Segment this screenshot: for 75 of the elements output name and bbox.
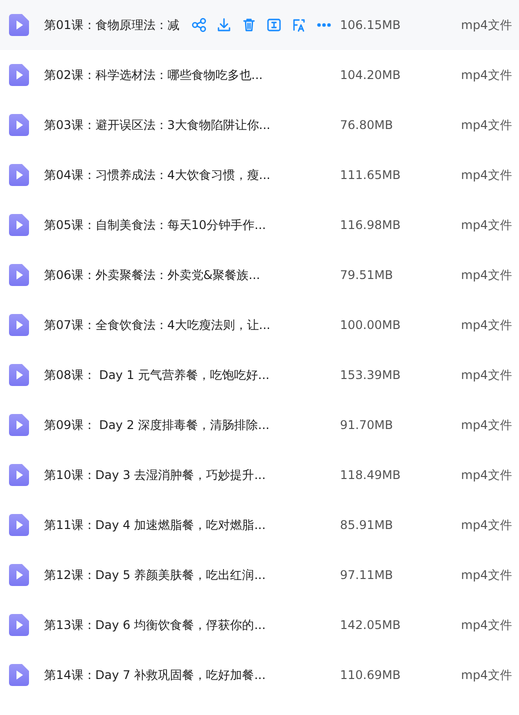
file-type: mp4文件 <box>461 17 512 34</box>
file-row[interactable]: 第08课： Day 1 元气营养餐，吃饱吃好... 153.39MB mp4文件 <box>0 350 519 400</box>
file-size: 104.20MB <box>340 67 402 84</box>
video-file-icon <box>9 14 29 36</box>
file-name: 第14课：Day 7 补救巩固餐，吃好加餐... <box>44 667 267 684</box>
file-size: 111.65MB <box>340 167 402 184</box>
file-row[interactable]: 第05课：自制美食法：每天10分钟手作... 116.98MB mp4文件 <box>0 200 519 250</box>
file-type: mp4文件 <box>461 67 512 84</box>
video-file-icon <box>9 414 29 436</box>
file-size: 91.70MB <box>340 417 394 434</box>
video-file-icon <box>9 564 29 586</box>
file-row[interactable]: 第12课：Day 5 养颜美肤餐，吃出红润... 97.11MB mp4文件 <box>0 550 519 600</box>
file-name: 第04课：习惯养成法：4大饮食习惯，瘦... <box>44 167 272 184</box>
file-type: mp4文件 <box>461 367 512 384</box>
file-type: mp4文件 <box>461 567 512 584</box>
video-file-icon <box>9 114 29 136</box>
file-row[interactable]: 第06课：外卖聚餐法：外卖党&聚餐族... 79.51MB mp4文件 <box>0 250 519 300</box>
file-name: 第07课：全食饮食法：4大吃瘦法则，让... <box>44 317 272 334</box>
file-type: mp4文件 <box>461 517 512 534</box>
file-name: 第01课：食物原理法：减 <box>44 17 180 34</box>
file-row[interactable]: 第07课：全食饮食法：4大吃瘦法则，让... 100.00MB mp4文件 <box>0 300 519 350</box>
file-row[interactable]: 第11课：Day 4 加速燃脂餐，吃对燃脂... 85.91MB mp4文件 <box>0 500 519 550</box>
file-type: mp4文件 <box>461 117 512 134</box>
file-name: 第11课：Day 4 加速燃脂餐，吃对燃脂... <box>44 517 267 534</box>
file-row[interactable]: 第02课：科学选材法：哪些食物吃多也... 104.20MB mp4文件 <box>0 50 519 100</box>
file-type: mp4文件 <box>461 267 512 284</box>
video-file-icon <box>9 664 29 686</box>
video-file-icon <box>9 164 29 186</box>
file-name: 第06课：外卖聚餐法：外卖党&聚餐族... <box>44 267 262 284</box>
file-size: 116.98MB <box>340 217 402 234</box>
file-type: mp4文件 <box>461 167 512 184</box>
file-name: 第10课：Day 3 去湿消肿餐，巧妙提升... <box>44 467 267 484</box>
file-type: mp4文件 <box>461 617 512 634</box>
file-name: 第03课：避开误区法：3大食物陷阱让你... <box>44 117 272 134</box>
file-name: 第13课：Day 6 均衡饮食餐，俘获你的... <box>44 617 267 634</box>
file-size: 79.51MB <box>340 267 394 284</box>
file-size: 118.49MB <box>340 467 402 484</box>
file-name: 第09课： Day 2 深度排毒餐，清肠排除... <box>44 417 270 434</box>
file-row[interactable]: 第09课： Day 2 深度排毒餐，清肠排除... 91.70MB mp4文件 <box>0 400 519 450</box>
video-file-icon <box>9 264 29 286</box>
file-name: 第05课：自制美食法：每天10分钟手作... <box>44 217 267 234</box>
file-row[interactable]: 第04课：习惯养成法：4大饮食习惯，瘦... 111.65MB mp4文件 <box>0 150 519 200</box>
file-row[interactable]: 第13课：Day 6 均衡饮食餐，俘获你的... 142.05MB mp4文件 <box>0 600 519 650</box>
file-size: 153.39MB <box>340 367 402 384</box>
file-row[interactable]: 第10课：Day 3 去湿消肿餐，巧妙提升... 118.49MB mp4文件 <box>0 450 519 500</box>
file-size: 142.05MB <box>340 617 402 634</box>
text-scan-icon <box>290 17 306 33</box>
file-name: 第02课：科学选材法：哪些食物吃多也... <box>44 67 264 84</box>
video-file-icon <box>9 64 29 86</box>
file-row[interactable]: 第03课：避开误区法：3大食物陷阱让你... 76.80MB mp4文件 <box>0 100 519 150</box>
file-row[interactable]: 第01课：食物原理法：减 106.15MB mp4文件 <box>0 0 519 50</box>
download-icon <box>216 17 232 33</box>
file-type: mp4文件 <box>461 217 512 234</box>
file-type: mp4文件 <box>461 667 512 684</box>
file-type: mp4文件 <box>461 467 512 484</box>
video-file-icon <box>9 514 29 536</box>
file-size: 106.15MB <box>340 17 402 34</box>
video-file-icon <box>9 364 29 386</box>
file-size: 97.11MB <box>340 567 394 584</box>
file-name: 第08课： Day 1 元气营养餐，吃饱吃好... <box>44 367 270 384</box>
trash-icon <box>240 17 256 33</box>
file-size: 76.80MB <box>340 117 394 134</box>
video-file-icon <box>9 614 29 636</box>
file-type: mp4文件 <box>461 317 512 334</box>
video-file-icon <box>9 464 29 486</box>
share-icon <box>190 17 206 33</box>
file-size: 110.69MB <box>340 667 402 684</box>
file-size: 100.00MB <box>340 317 402 334</box>
file-type: mp4文件 <box>461 417 512 434</box>
file-size: 85.91MB <box>340 517 394 534</box>
file-name: 第12课：Day 5 养颜美肤餐，吃出红润... <box>44 567 267 584</box>
video-file-icon <box>9 214 29 236</box>
rename-icon <box>266 17 282 33</box>
file-row[interactable]: 第14课：Day 7 补救巩固餐，吃好加餐... 110.69MB mp4文件 <box>0 650 519 700</box>
video-file-icon <box>9 314 29 336</box>
